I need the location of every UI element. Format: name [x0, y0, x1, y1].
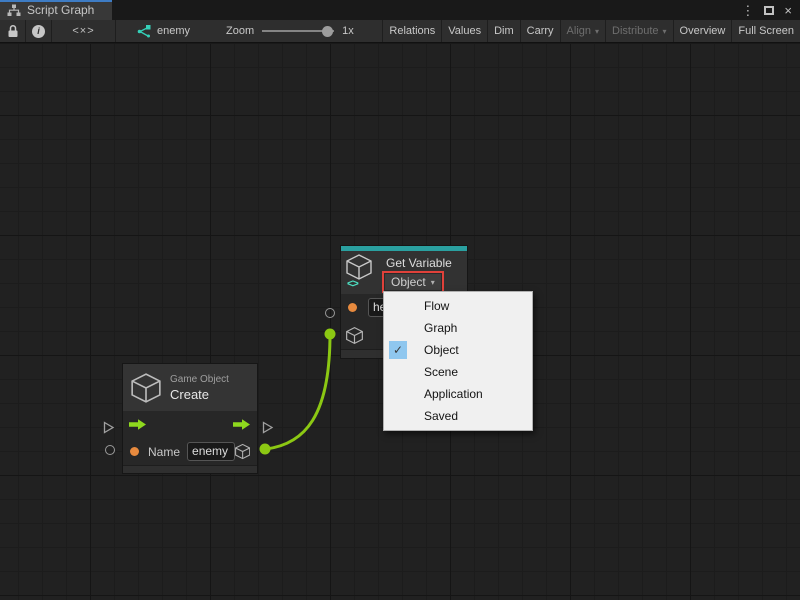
- string-port-icon[interactable]: [348, 303, 357, 312]
- script-graph-window: Script Graph ⋮ × i <×>: [0, 0, 800, 600]
- more-options-icon[interactable]: ⋮: [741, 4, 754, 17]
- create-output-port-connected[interactable]: [260, 444, 271, 455]
- align-button[interactable]: Align ▾: [560, 20, 605, 42]
- flow-out-arrow-icon[interactable]: [233, 419, 251, 430]
- zoom-value: 1x: [342, 25, 354, 37]
- create-gameobject-node[interactable]: Game Object Create Name enemy: [122, 363, 258, 474]
- graph-name: enemy: [157, 25, 190, 37]
- create-flow-out-port[interactable]: [261, 421, 274, 434]
- relations-button[interactable]: Relations: [382, 20, 441, 42]
- menu-item-graph[interactable]: Graph: [384, 317, 532, 339]
- getvariable-input-port-connected[interactable]: [325, 329, 336, 340]
- graph-breadcrumb[interactable]: enemy: [116, 20, 200, 42]
- getvariable-name-port[interactable]: [325, 308, 335, 318]
- node-title: Create: [170, 387, 229, 402]
- create-name-port[interactable]: [105, 445, 115, 455]
- tab-label: Script Graph: [27, 3, 94, 17]
- scope-dropdown-highlight: Object ▾: [382, 271, 444, 293]
- menu-item-saved[interactable]: Saved: [384, 405, 532, 427]
- check-icon: ✓: [389, 341, 407, 359]
- string-port-icon[interactable]: [130, 447, 139, 456]
- create-node-header[interactable]: Game Object Create: [123, 364, 257, 411]
- code-icon: <×>: [72, 25, 94, 37]
- menu-item-scene[interactable]: Scene: [384, 361, 532, 383]
- carry-button[interactable]: Carry: [520, 20, 560, 42]
- tab-script-graph[interactable]: Script Graph: [0, 0, 112, 20]
- align-label: Align: [567, 25, 591, 37]
- zoom-control: Zoom 1x: [226, 20, 354, 42]
- scope-dropdown[interactable]: Object ▾: [384, 273, 442, 291]
- zoom-label: Zoom: [226, 25, 254, 37]
- variable-scope-menu: Flow Graph ✓ Object Scene Application Sa…: [383, 291, 533, 431]
- flow-ports-row: [123, 411, 257, 438]
- variable-cube-icon: <>: [346, 254, 376, 290]
- get-variable-header[interactable]: <> Get Variable Object ▾: [341, 251, 467, 294]
- node-footer: [123, 465, 257, 473]
- create-node-body: Name enemy: [123, 411, 257, 473]
- teal-brackets-icon: <>: [347, 278, 358, 290]
- distribute-button[interactable]: Distribute ▾: [605, 20, 672, 42]
- overview-button[interactable]: Overview: [673, 20, 732, 42]
- window-controls: ⋮ ×: [741, 0, 800, 20]
- toolbar-spacer: [354, 20, 383, 42]
- menu-item-application[interactable]: Application: [384, 383, 532, 405]
- menu-item-flow[interactable]: Flow: [384, 295, 532, 317]
- flow-in-arrow-icon[interactable]: [129, 419, 147, 430]
- chevron-down-icon: ▾: [663, 27, 667, 36]
- menu-item-label: Object: [424, 343, 459, 357]
- graph-nodes-icon: [136, 25, 151, 38]
- menu-item-object[interactable]: ✓ Object: [384, 339, 532, 361]
- tab-bar: Script Graph ⋮ ×: [0, 0, 800, 20]
- chevron-down-icon: ▾: [595, 27, 599, 36]
- dim-button[interactable]: Dim: [487, 20, 520, 42]
- code-view-button[interactable]: <×>: [52, 20, 116, 42]
- node-title: Get Variable: [386, 256, 452, 270]
- graph-toolbar: i <×> enemy Zoom 1x Relations Values Dim: [0, 20, 800, 43]
- zoom-slider[interactable]: [262, 25, 334, 37]
- lock-icon: [7, 24, 19, 38]
- maximize-icon[interactable]: [764, 6, 774, 15]
- script-graph-icon: [7, 4, 21, 17]
- zoom-slider-handle[interactable]: [322, 26, 333, 37]
- distribute-label: Distribute: [612, 25, 658, 37]
- lock-button[interactable]: [0, 20, 26, 42]
- gameobject-cube-icon: [346, 327, 363, 344]
- scope-value: Object: [391, 275, 426, 289]
- values-button[interactable]: Values: [441, 20, 487, 42]
- port-label: Name: [148, 445, 180, 459]
- name-port-row: Name enemy: [123, 438, 257, 465]
- gameobject-cube-icon: [131, 373, 161, 403]
- name-input-field[interactable]: enemy: [187, 442, 235, 461]
- info-icon: i: [32, 25, 45, 38]
- create-flow-in-port[interactable]: [102, 421, 115, 434]
- close-icon[interactable]: ×: [784, 4, 792, 17]
- graph-canvas[interactable]: <> Get Variable Object ▾ he: [0, 44, 800, 600]
- chevron-down-icon: ▾: [431, 278, 435, 287]
- connection-wire[interactable]: [266, 334, 330, 449]
- node-category: Game Object: [170, 374, 229, 385]
- gameobject-output-icon: [235, 443, 250, 460]
- info-button[interactable]: i: [26, 20, 52, 42]
- fullscreen-button[interactable]: Full Screen: [731, 20, 800, 42]
